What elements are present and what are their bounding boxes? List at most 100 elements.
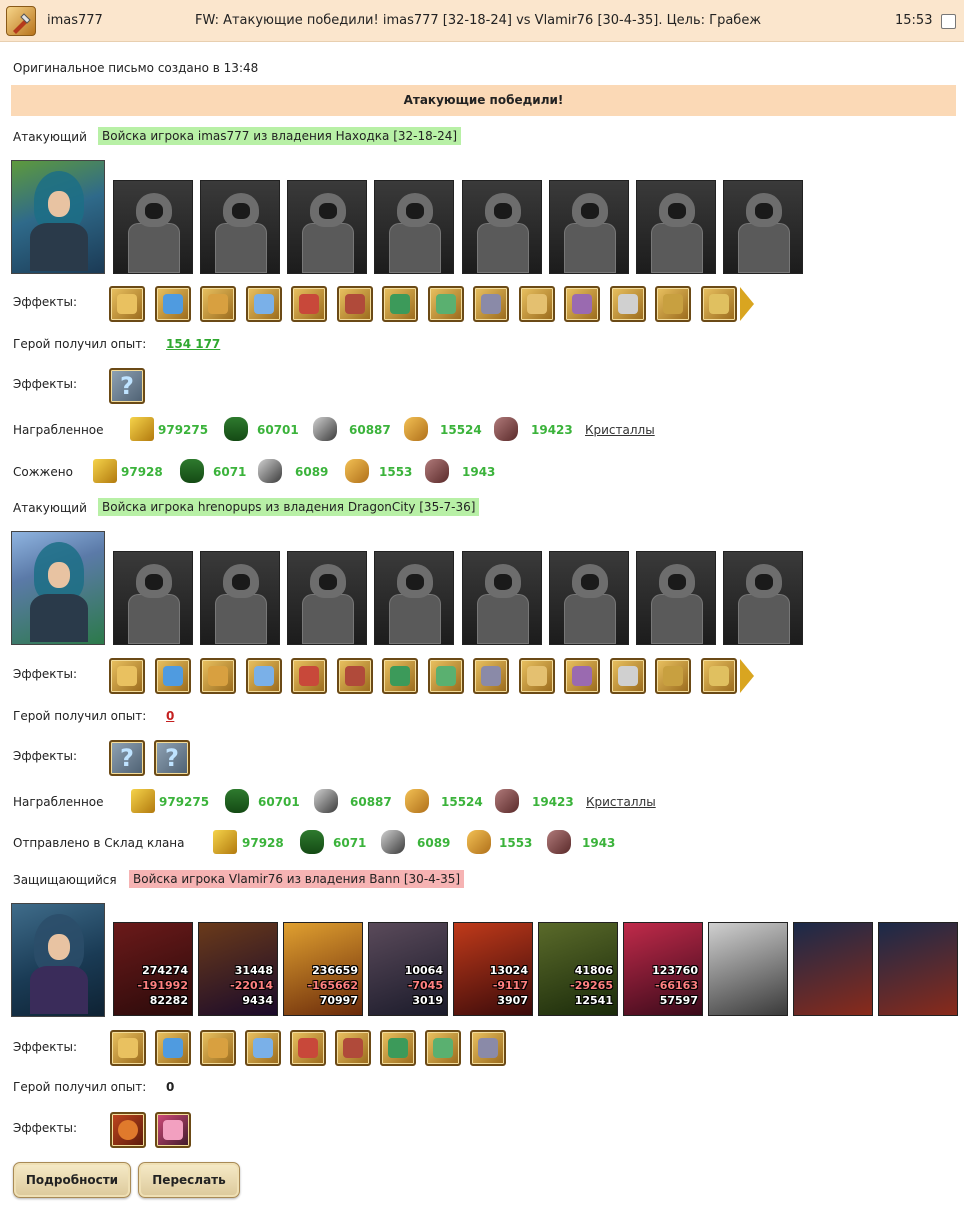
ring-effect-icon[interactable] bbox=[564, 286, 600, 322]
assassin-unit-icon[interactable] bbox=[549, 180, 629, 274]
assassin-unit-icon[interactable] bbox=[723, 551, 803, 645]
assassin-unit-icon[interactable] bbox=[200, 180, 280, 274]
assassin-unit-icon[interactable] bbox=[287, 551, 367, 645]
scroll-effect-icon[interactable] bbox=[109, 286, 145, 322]
ore-resource-value: 6089 bbox=[295, 465, 329, 479]
wood-resource-icon bbox=[225, 789, 249, 813]
scroll-right-arrow-icon[interactable] bbox=[740, 659, 754, 693]
wheat-resource-value: 15524 bbox=[441, 795, 483, 809]
wand-effect-icon[interactable] bbox=[335, 1030, 371, 1066]
pentagram-effect-icon[interactable] bbox=[518, 658, 555, 694]
defender-role-label: Защищающийся bbox=[13, 873, 117, 887]
sword-effect-icon[interactable] bbox=[154, 286, 191, 322]
demon-unit-icon[interactable]: 274274 -191992 82282 bbox=[113, 922, 193, 1016]
unknown-effect-icon[interactable]: ? bbox=[154, 740, 190, 776]
gold-resource-icon bbox=[130, 417, 154, 441]
forward-button[interactable]: Переслать bbox=[138, 1162, 240, 1198]
select-checkbox[interactable] bbox=[941, 14, 956, 29]
orc-unit-icon[interactable]: 41806 -29265 12541 bbox=[538, 922, 618, 1016]
handshake-effect-icon[interactable] bbox=[382, 658, 418, 694]
assassin-unit-icon[interactable] bbox=[374, 551, 454, 645]
unknown-effect-icon[interactable]: ? bbox=[109, 368, 145, 404]
assassin-unit-icon[interactable] bbox=[549, 551, 629, 645]
sword-effect-icon[interactable] bbox=[110, 1030, 146, 1066]
exp-value-link[interactable]: 0 bbox=[166, 709, 174, 723]
pentagram-effect-icon[interactable] bbox=[473, 286, 509, 322]
rage-effect-icon[interactable] bbox=[110, 1112, 146, 1148]
map-effect-icon[interactable] bbox=[609, 286, 646, 322]
goblet-effect-icon[interactable] bbox=[518, 286, 555, 322]
assassin-unit-icon[interactable] bbox=[287, 180, 367, 274]
gold-resource-value: 97928 bbox=[242, 836, 284, 850]
assassin-unit-icon[interactable] bbox=[200, 551, 280, 645]
assassin-unit-icon[interactable] bbox=[462, 551, 542, 645]
scroll-effect-icon[interactable] bbox=[109, 658, 145, 694]
attacker-role-label: Атакующий bbox=[13, 501, 87, 515]
assassin-unit-icon[interactable] bbox=[723, 180, 803, 274]
magic-hand-effect-icon[interactable] bbox=[427, 658, 464, 694]
ore-resource-value: 60887 bbox=[349, 423, 391, 437]
unit-count-start: 236659 bbox=[312, 964, 358, 977]
gauntlet-effect-icon[interactable] bbox=[427, 286, 464, 322]
hero-portrait[interactable] bbox=[11, 531, 105, 645]
assassin-unit-icon[interactable] bbox=[113, 180, 193, 274]
defense-tower-icon[interactable] bbox=[878, 922, 958, 1016]
unit-count-left: 82282 bbox=[149, 994, 188, 1007]
defense-tower-icon[interactable] bbox=[793, 922, 873, 1016]
unit-count-loss: -9117 bbox=[492, 979, 528, 992]
fortress-effect-icon[interactable] bbox=[154, 658, 191, 694]
dagger-effect-icon[interactable] bbox=[655, 286, 691, 322]
dice-effect-icon[interactable] bbox=[200, 658, 236, 694]
shield-effect-icon[interactable] bbox=[382, 286, 418, 322]
wheat-resource-value: 1553 bbox=[499, 836, 533, 850]
fortress-effect-icon[interactable] bbox=[291, 286, 327, 322]
cursed-ring-effect-icon[interactable] bbox=[655, 658, 691, 694]
gauntlet-effect-icon[interactable] bbox=[291, 658, 327, 694]
crest-shield-effect-icon[interactable] bbox=[700, 286, 737, 322]
frost-effect-icon[interactable] bbox=[473, 658, 509, 694]
shield-effect-icon[interactable] bbox=[380, 1030, 416, 1066]
warrior-effect-icon[interactable] bbox=[245, 1030, 281, 1066]
gargoyle-unit-icon[interactable]: 10064 -7045 3019 bbox=[368, 922, 448, 1016]
barrel-effect-icon[interactable] bbox=[425, 1030, 461, 1066]
pyramid-effect-icon[interactable] bbox=[700, 658, 737, 694]
unknown-effect-icon[interactable] bbox=[609, 658, 646, 694]
amulet-effect-icon[interactable] bbox=[470, 1030, 506, 1066]
scroll-right-arrow-icon[interactable] bbox=[740, 287, 754, 321]
unit-count-start: 31448 bbox=[234, 964, 273, 977]
hero-portrait[interactable] bbox=[11, 160, 105, 274]
crystals-link[interactable]: Кристаллы bbox=[585, 423, 655, 437]
hero-portrait[interactable] bbox=[11, 903, 105, 1017]
stone-resource-icon bbox=[494, 417, 518, 441]
skeleton-effect-icon[interactable] bbox=[200, 1030, 236, 1066]
assassin-unit-icon[interactable] bbox=[113, 551, 193, 645]
lava-golem-unit-icon[interactable]: 13024 -9117 3907 bbox=[453, 922, 533, 1016]
handshake-effect-icon[interactable] bbox=[200, 286, 236, 322]
crystals-link[interactable]: Кристаллы bbox=[586, 795, 656, 809]
assassin-unit-icon[interactable] bbox=[462, 180, 542, 274]
potion-effect-icon[interactable] bbox=[155, 1030, 191, 1066]
unit-count-loss: -191992 bbox=[137, 979, 189, 992]
shield-effect-icon[interactable] bbox=[245, 658, 282, 694]
tower-effect-icon[interactable] bbox=[564, 658, 600, 694]
fury-effect-icon[interactable] bbox=[155, 1112, 191, 1148]
unit-count-loss: -7045 bbox=[407, 979, 443, 992]
fire-beast-unit-icon[interactable]: 236659 -165662 70997 bbox=[283, 922, 363, 1016]
wheat-resource-value: 15524 bbox=[440, 423, 482, 437]
skeleton-unit-icon[interactable]: 31448 -22014 9434 bbox=[198, 922, 278, 1016]
details-button[interactable]: Подробности bbox=[13, 1162, 131, 1198]
unit-count-start: 123760 bbox=[652, 964, 698, 977]
stone-resource-icon bbox=[547, 830, 571, 854]
assassin-unit-icon[interactable] bbox=[374, 180, 454, 274]
reaper-unit-icon[interactable] bbox=[708, 922, 788, 1016]
sorceress-unit-icon[interactable]: 123760 -66163 57597 bbox=[623, 922, 703, 1016]
sender-name[interactable]: imas777 bbox=[47, 13, 103, 28]
sword-effect-icon[interactable] bbox=[336, 658, 373, 694]
dice-effect-icon[interactable] bbox=[336, 286, 373, 322]
assassin-unit-icon[interactable] bbox=[636, 551, 716, 645]
unknown-effect-icon[interactable]: ? bbox=[109, 740, 145, 776]
skull-effect-icon[interactable] bbox=[290, 1030, 326, 1066]
magic-hand-effect-icon[interactable] bbox=[245, 286, 282, 322]
exp-value-link[interactable]: 154 177 bbox=[166, 337, 220, 351]
assassin-unit-icon[interactable] bbox=[636, 180, 716, 274]
